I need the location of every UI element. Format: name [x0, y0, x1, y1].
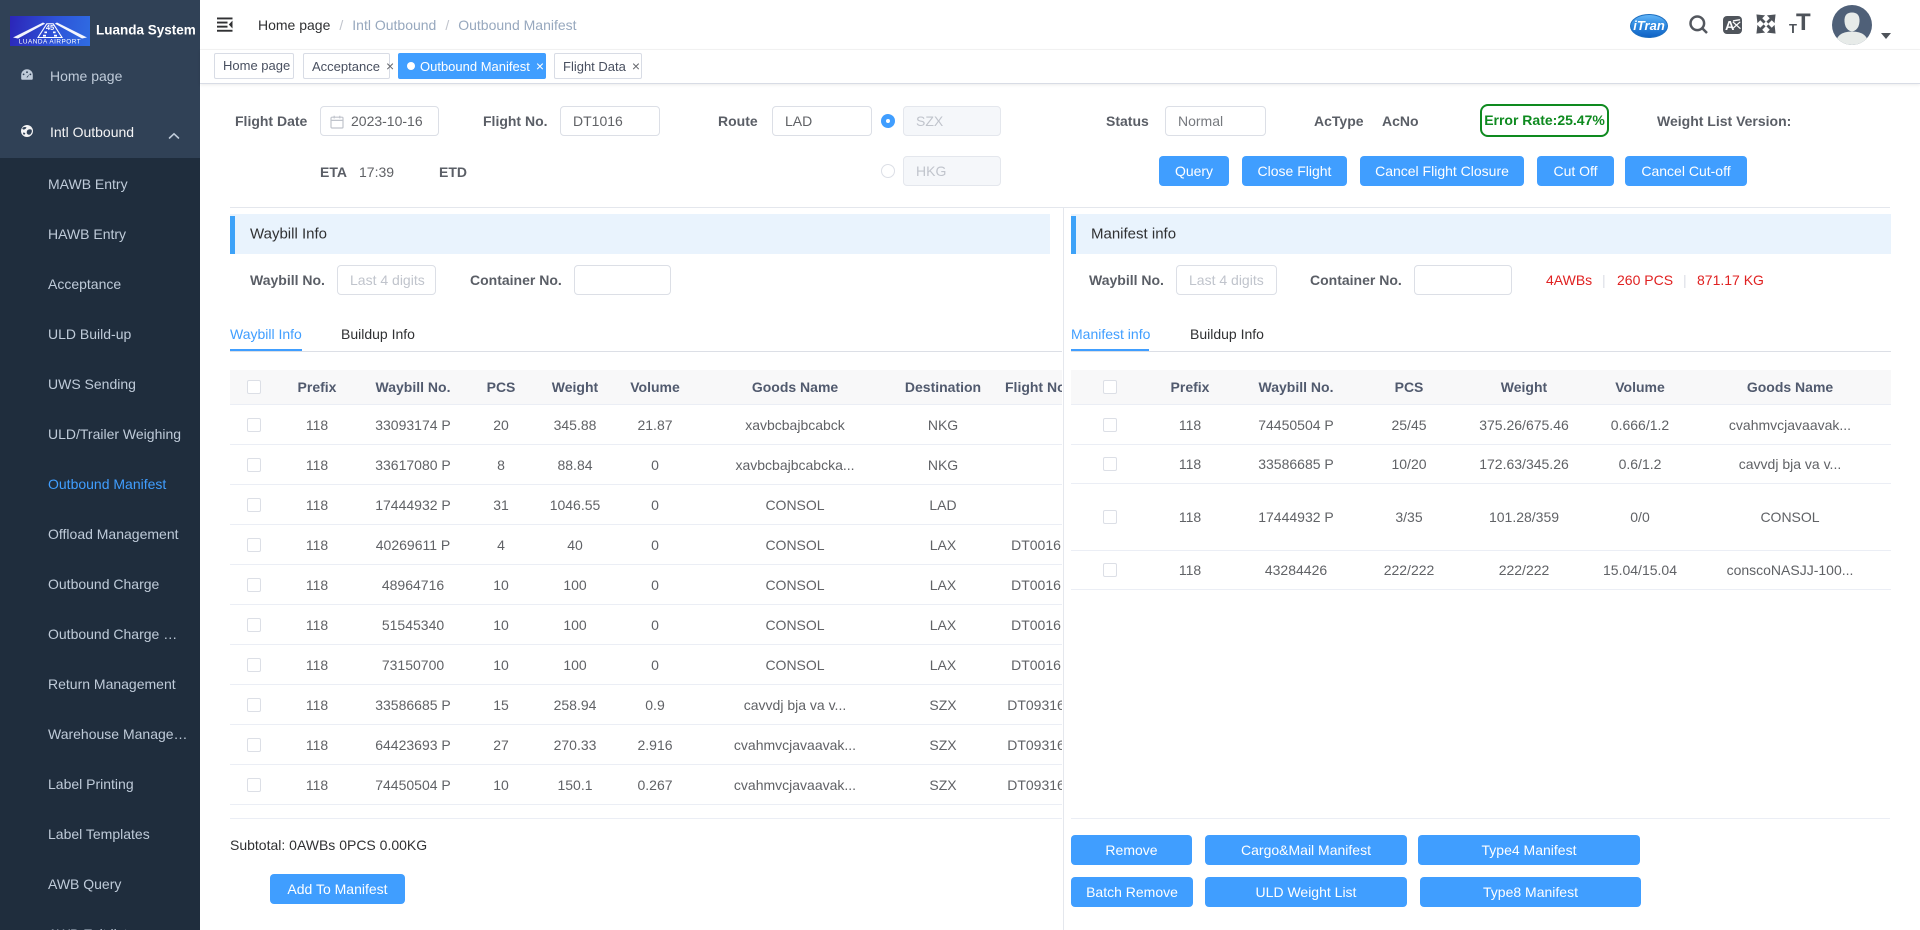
svg-text:45: 45 [46, 23, 54, 32]
svg-text:LUANDA AIRPORT: LUANDA AIRPORT [19, 39, 81, 46]
